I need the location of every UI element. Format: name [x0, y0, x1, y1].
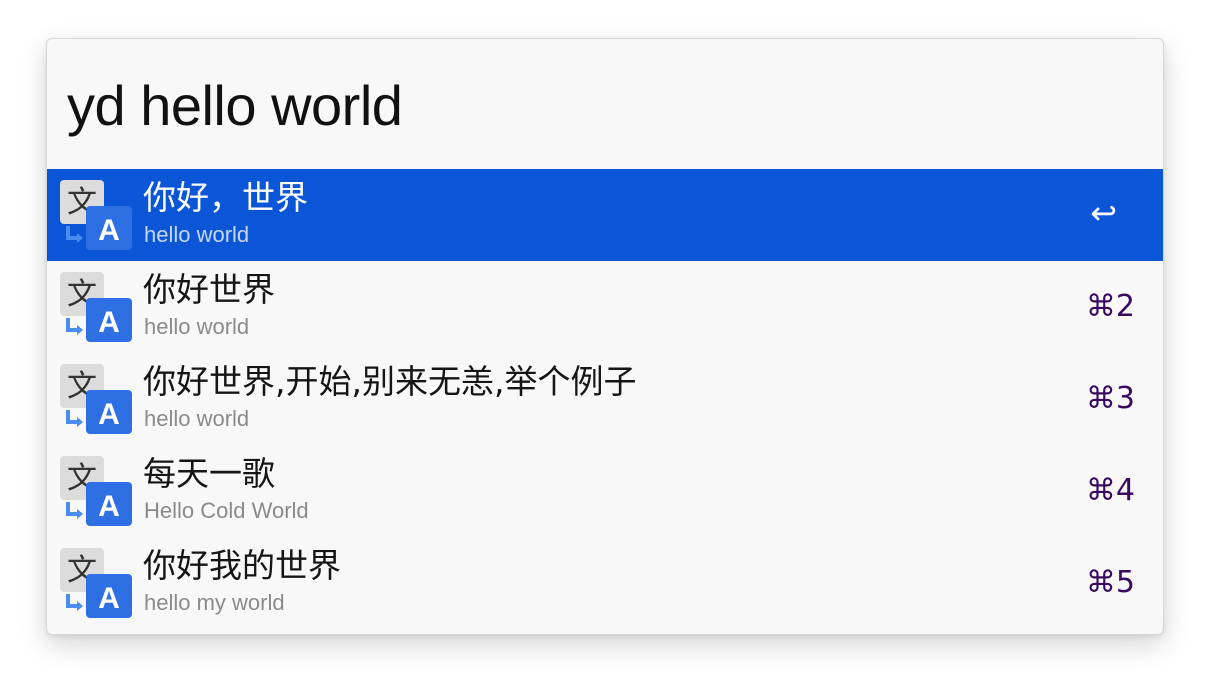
svg-text:A: A — [98, 582, 120, 615]
return-key-icon: ↩ — [1090, 194, 1117, 232]
translate-icon: 文 A — [60, 364, 132, 434]
result-title: 你好我的世界 — [143, 546, 341, 585]
results-list: 文 A 你好，世界 hello world ↩ 文 A 你好世界 hello w… — [47, 169, 1163, 629]
translate-icon: 文 A — [60, 548, 132, 618]
svg-text:A: A — [98, 490, 120, 523]
result-row-3[interactable]: 文 A 你好世界,开始,别来无恙,举个例子 hello world ⌘3 — [47, 353, 1163, 445]
svg-text:A: A — [98, 398, 120, 431]
result-subtitle: hello world — [144, 314, 250, 339]
launcher-window: yd hello world 文 A 你好，世界 hello world ↩ 文… — [46, 38, 1164, 635]
result-title: 你好世界 — [143, 270, 275, 309]
shortcut-hint: ⌘3 — [1085, 381, 1135, 416]
svg-text:A: A — [98, 214, 120, 247]
result-title: 每天一歌 — [143, 454, 275, 493]
result-subtitle: hello world — [144, 406, 250, 431]
translate-icon: 文 A — [60, 272, 132, 342]
result-row-1[interactable]: 文 A 你好，世界 hello world ↩ — [47, 169, 1163, 261]
result-row-4[interactable]: 文 A 每天一歌 Hello Cold World ⌘4 — [47, 445, 1163, 537]
svg-text:A: A — [98, 306, 120, 339]
result-title: 你好，世界 — [143, 178, 308, 217]
translate-icon: 文 A — [60, 180, 132, 250]
translate-icon: 文 A — [60, 456, 132, 526]
result-row-2[interactable]: 文 A 你好世界 hello world ⌘2 — [47, 261, 1163, 353]
result-subtitle: hello my world — [144, 590, 285, 615]
result-title: 你好世界,开始,别来无恙,举个例子 — [143, 362, 637, 401]
search-query-input[interactable]: yd hello world — [47, 39, 1163, 169]
result-subtitle: Hello Cold World — [144, 498, 309, 523]
result-row-5[interactable]: 文 A 你好我的世界 hello my world ⌘5 — [47, 537, 1163, 629]
shortcut-hint: ⌘4 — [1085, 473, 1135, 508]
shortcut-hint: ⌘5 — [1085, 565, 1135, 600]
result-subtitle: hello world — [144, 222, 250, 247]
shortcut-hint: ⌘2 — [1085, 289, 1135, 324]
